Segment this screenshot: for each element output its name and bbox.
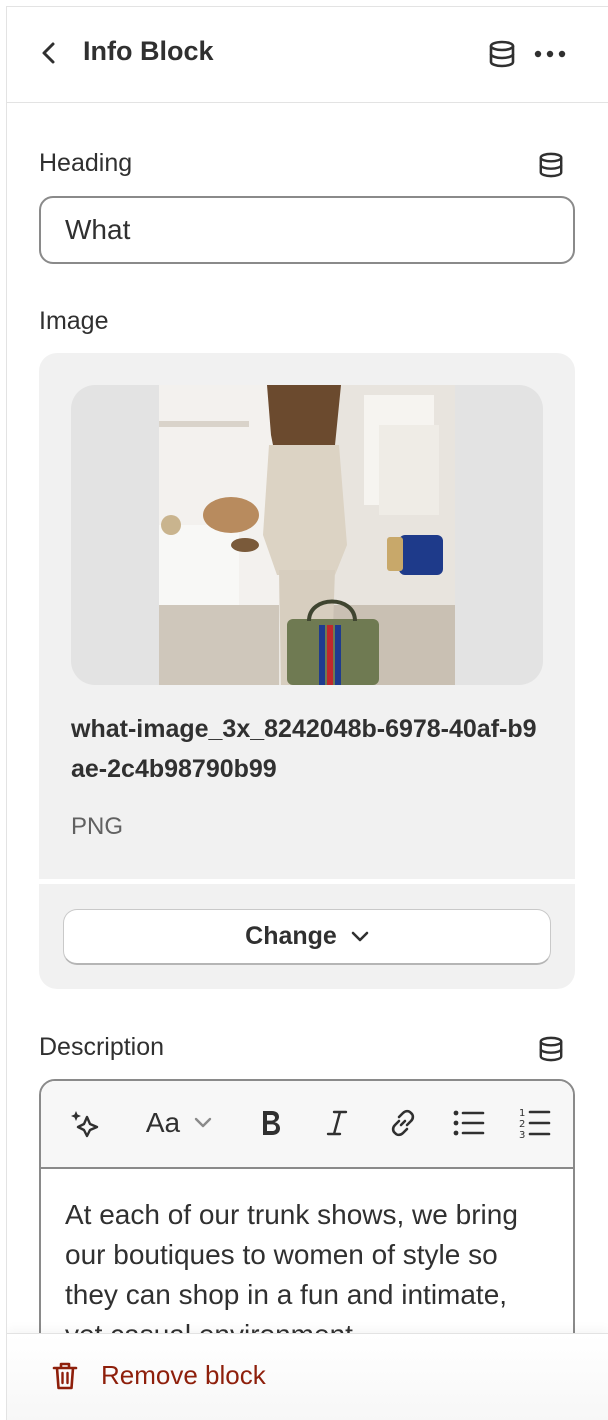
sparkle-icon: [71, 1111, 99, 1138]
magic-button[interactable]: [63, 1101, 107, 1145]
panel-footer: Remove block: [7, 1333, 608, 1420]
numbered-list-button[interactable]: 123: [513, 1101, 557, 1145]
database-icon: [539, 152, 563, 178]
change-button-label: Change: [245, 922, 337, 950]
chevron-down-icon: [351, 931, 369, 941]
remove-block-label: Remove block: [101, 1360, 266, 1390]
font-style-label: Aa: [145, 1107, 181, 1138]
description-dynamic-source-button[interactable]: [535, 1033, 567, 1065]
back-button[interactable]: [35, 37, 63, 69]
image-preview[interactable]: [71, 385, 543, 685]
chevron-left-icon: [42, 42, 55, 64]
bullet-list-button[interactable]: [447, 1101, 491, 1145]
heading-dynamic-source-button[interactable]: [535, 149, 567, 181]
panel-header: Info Block: [7, 7, 608, 103]
link-icon: [391, 1109, 415, 1137]
database-icon: [539, 1036, 563, 1062]
svg-text:1: 1: [519, 1108, 525, 1119]
remove-block-button[interactable]: Remove block: [51, 1360, 266, 1391]
boutique-photo: [159, 385, 455, 685]
bold-button[interactable]: [249, 1101, 293, 1145]
svg-text:2: 2: [519, 1119, 525, 1130]
panel-title: Info Block: [83, 36, 214, 66]
trash-icon: [52, 1362, 78, 1389]
editor-toolbar: Aa 123: [41, 1081, 573, 1169]
heading-label: Heading: [39, 149, 133, 177]
dynamic-source-button[interactable]: [485, 37, 519, 71]
chevron-down-icon: [194, 1117, 212, 1128]
divider: [39, 879, 575, 884]
description-label: Description: [39, 1033, 165, 1061]
heading-input[interactable]: [39, 196, 575, 264]
block-settings-panel: Info Block Heading Image: [6, 6, 608, 1420]
change-image-button[interactable]: Change: [63, 909, 551, 965]
link-button[interactable]: [381, 1101, 425, 1145]
italic-icon: [326, 1110, 348, 1136]
database-icon: [489, 40, 515, 68]
image-picker-card: what-image_3x_8242048b-6978-40af-b9ae-2c…: [39, 353, 575, 989]
numbered-list-icon: 123: [519, 1108, 551, 1140]
bold-icon: [263, 1111, 280, 1135]
more-horizontal-icon: [534, 50, 566, 58]
italic-button[interactable]: [315, 1101, 359, 1145]
image-file-name: what-image_3x_8242048b-6978-40af-b9ae-2c…: [71, 715, 537, 783]
more-actions-button[interactable]: [533, 37, 567, 71]
font-style-dropdown[interactable]: Aa: [135, 1101, 223, 1145]
svg-text:3: 3: [519, 1130, 525, 1140]
image-file-type: PNG: [71, 813, 124, 840]
image-label: Image: [39, 307, 109, 335]
bullet-list-icon: [453, 1110, 485, 1136]
